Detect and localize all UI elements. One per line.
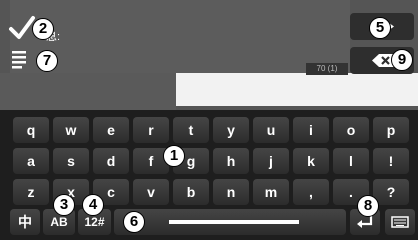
callout-1: 1 [163,145,185,167]
key-row3-9[interactable]: ? [373,179,409,205]
key-row2-9[interactable]: ! [373,148,409,174]
keyboard: qwertyuiop a s d f g h j k l! z x c v b n m,.? 中 AB 12… [0,110,418,240]
message-text-area[interactable] [10,0,350,73]
key-row2-6[interactable]: j [253,148,289,174]
key-row3-4[interactable]: b [173,179,209,205]
key-row2-1[interactable]: s [53,148,89,174]
key-row3-6[interactable]: m [253,179,289,205]
character-counter: 70 (1) [306,63,348,75]
key-row1-5[interactable]: y [213,117,249,143]
key-row1-1[interactable]: w [53,117,89,143]
key-row3-0[interactable]: z [13,179,49,205]
space-key[interactable] [114,209,346,235]
callout-6: 6 [123,211,145,233]
callout-4: 4 [82,194,104,216]
key-row3-5[interactable]: n [213,179,249,205]
key-row1-4[interactable]: t [173,117,209,143]
space-bar-line [169,220,299,224]
callout-5: 5 [369,17,391,39]
input-text-field[interactable] [176,73,418,106]
keyboard-icon [391,216,409,228]
compose-area: 息: 70 (1) [0,0,418,110]
hide-keyboard-key[interactable] [385,209,415,235]
key-row1-6[interactable]: u [253,117,289,143]
key-row2-5[interactable]: h [213,148,249,174]
key-row1-2[interactable]: e [93,117,129,143]
key-row1-3[interactable]: r [133,117,169,143]
menu-button[interactable] [10,48,32,70]
callout-3: 3 [53,194,75,216]
menu-icon [12,51,26,69]
key-row2-2[interactable]: d [93,148,129,174]
key-row2-8[interactable]: l [333,148,369,174]
input-mode-key[interactable]: 中 [10,209,40,235]
callout-9: 9 [391,49,413,71]
compose-toolbar [0,73,176,110]
key-row2-7[interactable]: k [293,148,329,174]
key-row1-9[interactable]: p [373,117,409,143]
key-row3-7[interactable]: , [293,179,329,205]
key-row1-0[interactable]: q [13,117,49,143]
callout-2: 2 [32,18,54,40]
virtual-keyboard-screen: 息: 70 (1) qwertyuiop asdfghjkl ! z x c v… [0,0,418,240]
key-row2-0[interactable]: a [13,148,49,174]
callout-7: 7 [36,50,58,72]
key-row1-8[interactable]: o [333,117,369,143]
key-row3-3[interactable]: v [133,179,169,205]
key-row1-7[interactable]: i [293,117,329,143]
callout-8: 8 [357,195,379,217]
